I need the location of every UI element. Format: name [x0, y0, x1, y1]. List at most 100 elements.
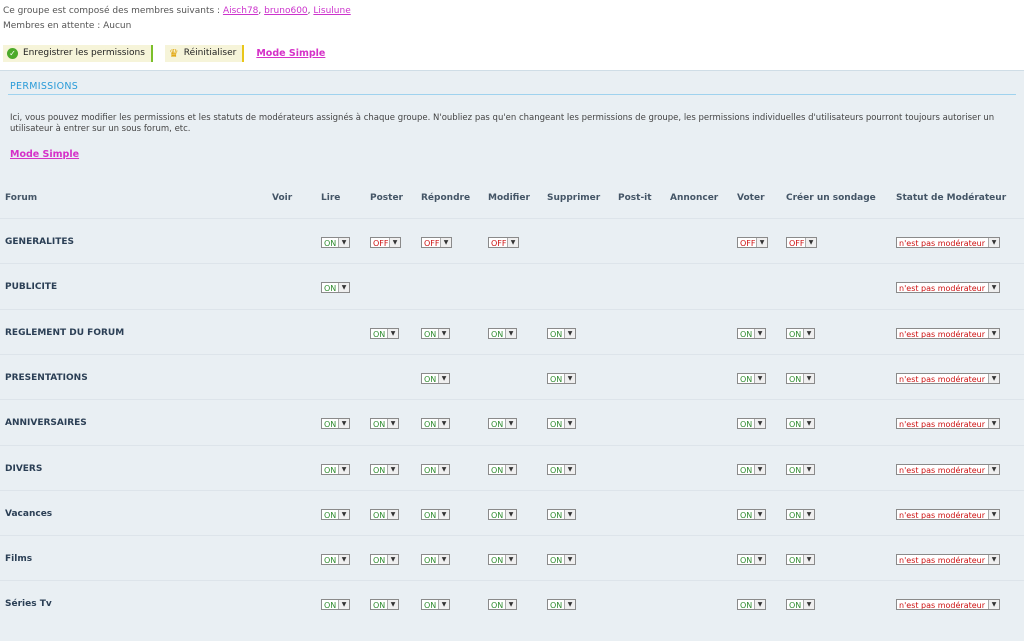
permission-select[interactable]: ON ▼	[737, 554, 766, 566]
dropdown-arrow-icon: ▼	[387, 509, 398, 519]
permission-select[interactable]: ON ▼	[737, 599, 766, 611]
permission-select[interactable]: ON ▼	[786, 418, 815, 430]
permission-select[interactable]: ON ▼	[786, 599, 815, 611]
permission-select[interactable]: ON ▼	[421, 418, 450, 430]
dropdown-arrow-icon: ▼	[803, 555, 814, 565]
member-link-2[interactable]: bruno600	[264, 6, 308, 16]
dropdown-arrow-icon: ▼	[338, 600, 349, 610]
moderator-status-select[interactable]: n'est pas modérateur ▼	[896, 463, 1000, 475]
table-row: Films ON ▼ ON ▼ ON ▼ ON ▼ ON ▼ ON ▼ ON ▼ n'est pas modé…	[0, 535, 1024, 581]
permission-select[interactable]: ON ▼	[737, 372, 766, 384]
permission-select[interactable]: OFF ▼	[488, 237, 519, 248]
permission-select[interactable]: ON ▼	[370, 327, 399, 339]
permission-select[interactable]: ON ▼	[547, 418, 576, 430]
dropdown-arrow-icon: ▼	[338, 283, 349, 293]
permission-select[interactable]: ON ▼	[321, 237, 350, 248]
permission-select[interactable]: ON ▼	[737, 463, 766, 475]
permission-select[interactable]: ON ▼	[488, 508, 517, 520]
title-divider	[8, 94, 1016, 95]
save-permissions-button[interactable]: ✓ Enregistrer les permissions	[3, 44, 153, 62]
permission-select[interactable]: OFF ▼	[370, 237, 401, 248]
permission-select[interactable]: ON ▼	[370, 463, 399, 475]
reset-button[interactable]: ♛ Réinitialiser	[164, 44, 245, 62]
permission-select[interactable]: ON ▼	[370, 508, 399, 520]
permission-select[interactable]: ON ▼	[737, 327, 766, 339]
simple-mode-link-panel[interactable]: Mode Simple	[10, 149, 79, 160]
permission-select[interactable]: ON ▼	[786, 554, 815, 566]
permission-select[interactable]: ON ▼	[321, 463, 350, 475]
permission-value: ON	[550, 601, 563, 611]
permission-select[interactable]: ON ▼	[421, 463, 450, 475]
permission-value: ON	[740, 329, 753, 339]
permission-select[interactable]: ON ▼	[321, 599, 350, 611]
permission-select[interactable]: ON ▼	[786, 327, 815, 339]
dropdown-arrow-icon: ▼	[564, 328, 575, 338]
permission-select[interactable]: ON ▼	[547, 554, 576, 566]
permission-value: ON	[550, 420, 563, 430]
permission-select[interactable]: ON ▼	[547, 599, 576, 611]
permission-select[interactable]: ON ▼	[488, 463, 517, 475]
permission-select[interactable]: ON ▼	[488, 599, 517, 611]
permission-select[interactable]: ON ▼	[421, 327, 450, 339]
table-row: ANNIVERSAIRES ON ▼ ON ▼ ON ▼ ON ▼ ON ▼ ON ▼ ON ▼ n'est …	[0, 399, 1024, 445]
permission-select[interactable]: ON ▼	[786, 372, 815, 384]
permission-select[interactable]: ON ▼	[321, 554, 350, 566]
permission-value: ON	[424, 465, 437, 475]
permission-select[interactable]: ON ▼	[547, 372, 576, 384]
permission-select[interactable]: OFF ▼	[421, 237, 452, 248]
moderator-status-select[interactable]: n'est pas modérateur ▼	[896, 599, 1000, 611]
permission-value: ON	[789, 465, 802, 475]
simple-mode-link[interactable]: Mode Simple	[256, 48, 325, 59]
permission-value: OFF	[740, 239, 756, 248]
forum-name: Films	[5, 554, 33, 565]
permission-value: ON	[740, 420, 753, 430]
moderator-status-value: n'est pas modérateur	[899, 329, 986, 339]
permission-value: ON	[424, 556, 437, 566]
permission-select[interactable]: ON ▼	[421, 554, 450, 566]
moderator-status-select[interactable]: n'est pas modérateur ▼	[896, 282, 1000, 294]
permission-select[interactable]: ON ▼	[370, 418, 399, 430]
permission-select[interactable]: ON ▼	[370, 599, 399, 611]
dropdown-arrow-icon: ▼	[988, 555, 999, 565]
permission-select[interactable]: ON ▼	[547, 508, 576, 520]
moderator-status-select[interactable]: n'est pas modérateur ▼	[896, 418, 1000, 430]
permission-select[interactable]: ON ▼	[737, 418, 766, 430]
permission-select[interactable]: ON ▼	[786, 508, 815, 520]
permission-value: ON	[550, 374, 563, 384]
permission-select[interactable]: ON ▼	[370, 554, 399, 566]
permission-select[interactable]: ON ▼	[786, 463, 815, 475]
moderator-status-value: n'est pas modérateur	[899, 420, 986, 430]
moderator-status-select[interactable]: n'est pas modérateur ▼	[896, 327, 1000, 339]
permission-select[interactable]: OFF ▼	[786, 237, 817, 248]
permission-select[interactable]: ON ▼	[547, 327, 576, 339]
moderator-status-value: n'est pas modérateur	[899, 510, 986, 520]
column-header: Lire	[321, 193, 341, 203]
moderator-status-select[interactable]: n'est pas modérateur ▼	[896, 508, 1000, 520]
permission-select[interactable]: ON ▼	[547, 463, 576, 475]
moderator-status-value: n'est pas modérateur	[899, 601, 986, 611]
permission-select[interactable]: ON ▼	[421, 599, 450, 611]
dropdown-arrow-icon: ▼	[564, 419, 575, 429]
permission-select[interactable]: ON ▼	[321, 282, 350, 294]
dropdown-arrow-icon: ▼	[505, 509, 516, 519]
dropdown-arrow-icon: ▼	[438, 600, 449, 610]
dropdown-arrow-icon: ▼	[505, 555, 516, 565]
moderator-status-select[interactable]: n'est pas modérateur ▼	[896, 372, 1000, 384]
permission-select[interactable]: ON ▼	[421, 508, 450, 520]
permission-select[interactable]: ON ▼	[488, 327, 517, 339]
permission-select[interactable]: ON ▼	[421, 372, 450, 384]
permission-value: ON	[424, 329, 437, 339]
moderator-status-select[interactable]: n'est pas modérateur ▼	[896, 237, 1000, 248]
member-link-3[interactable]: Lisulune	[313, 6, 350, 16]
permission-select[interactable]: OFF ▼	[737, 237, 768, 248]
permission-value: ON	[740, 601, 753, 611]
member-link-1[interactable]: Aisch78	[223, 6, 258, 16]
permission-select[interactable]: ON ▼	[737, 508, 766, 520]
permission-select[interactable]: ON ▼	[321, 418, 350, 430]
permission-select[interactable]: ON ▼	[488, 554, 517, 566]
permission-select[interactable]: ON ▼	[488, 418, 517, 430]
permission-select[interactable]: ON ▼	[321, 508, 350, 520]
permission-value: OFF	[373, 239, 389, 248]
permission-value: ON	[373, 465, 386, 475]
moderator-status-select[interactable]: n'est pas modérateur ▼	[896, 554, 1000, 566]
